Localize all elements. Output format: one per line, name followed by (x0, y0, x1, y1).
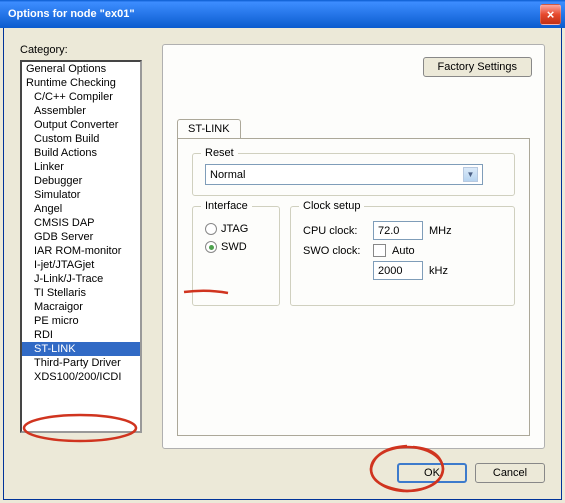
factory-settings-button[interactable]: Factory Settings (423, 57, 532, 77)
category-item[interactable]: GDB Server (22, 230, 140, 244)
interface-fieldset: Interface JTAG SWD (192, 206, 280, 306)
titlebar: Options for node "ex01" × (0, 0, 565, 28)
cpu-clock-unit: MHz (429, 225, 457, 237)
swo-clock-label: SWO clock: (303, 245, 367, 257)
category-item[interactable]: Runtime Checking (22, 76, 140, 90)
dialog-buttons: OK Cancel (397, 463, 545, 483)
tab-content: Reset Normal ▼ Interface JTAG SWD (177, 138, 530, 436)
tab-bar: ST-LINK (177, 119, 241, 138)
category-item[interactable]: Custom Build (22, 132, 140, 146)
category-item[interactable]: Linker (22, 160, 140, 174)
cancel-button[interactable]: Cancel (475, 463, 545, 483)
category-item[interactable]: RDI (22, 328, 140, 342)
interface-legend: Interface (201, 200, 252, 212)
category-item[interactable]: TI Stellaris (22, 286, 140, 300)
category-item[interactable]: Output Converter (22, 118, 140, 132)
options-panel: Factory Settings ST-LINK Reset Normal ▼ … (162, 44, 545, 449)
category-item[interactable]: Third-Party Driver (22, 356, 140, 370)
auto-label: Auto (392, 245, 415, 257)
reset-legend: Reset (201, 147, 238, 159)
category-item[interactable]: C/C++ Compiler (22, 90, 140, 104)
category-item[interactable]: XDS100/200/ICDI (22, 370, 140, 384)
category-list[interactable]: General OptionsRuntime CheckingC/C++ Com… (20, 60, 142, 433)
radio-jtag[interactable] (205, 223, 217, 235)
cpu-clock-input[interactable] (373, 221, 423, 240)
category-item[interactable]: Simulator (22, 188, 140, 202)
category-item[interactable]: Macraigor (22, 300, 140, 314)
category-item[interactable]: ST-LINK (22, 342, 140, 356)
category-item[interactable]: CMSIS DAP (22, 216, 140, 230)
reset-value: Normal (210, 169, 245, 181)
auto-checkbox[interactable] (373, 244, 386, 257)
swo-clock-input[interactable] (373, 261, 423, 280)
radio-jtag-label: JTAG (221, 223, 248, 235)
category-item[interactable]: IAR ROM-monitor (22, 244, 140, 258)
clock-fieldset: Clock setup CPU clock: MHz SWO clock: Au… (290, 206, 515, 306)
ok-button[interactable]: OK (397, 463, 467, 483)
category-item[interactable]: Debugger (22, 174, 140, 188)
category-item[interactable]: Build Actions (22, 146, 140, 160)
category-item[interactable]: J-Link/J-Trace (22, 272, 140, 286)
close-icon[interactable]: × (540, 4, 561, 25)
category-item[interactable]: Assembler (22, 104, 140, 118)
reset-fieldset: Reset Normal ▼ (192, 153, 515, 196)
category-item[interactable]: Angel (22, 202, 140, 216)
swo-clock-unit: kHz (429, 265, 457, 277)
category-item[interactable]: General Options (22, 62, 140, 76)
window-title: Options for node "ex01" (8, 8, 540, 20)
dialog-body: Category: General OptionsRuntime Checkin… (3, 28, 562, 500)
category-item[interactable]: PE micro (22, 314, 140, 328)
chevron-down-icon[interactable]: ▼ (463, 167, 478, 182)
cpu-clock-label: CPU clock: (303, 225, 367, 237)
radio-swd[interactable] (205, 241, 217, 253)
radio-swd-label: SWD (221, 241, 247, 253)
clock-legend: Clock setup (299, 200, 364, 212)
tab-stlink[interactable]: ST-LINK (177, 119, 241, 138)
reset-select[interactable]: Normal ▼ (205, 164, 483, 185)
category-item[interactable]: I-jet/JTAGjet (22, 258, 140, 272)
